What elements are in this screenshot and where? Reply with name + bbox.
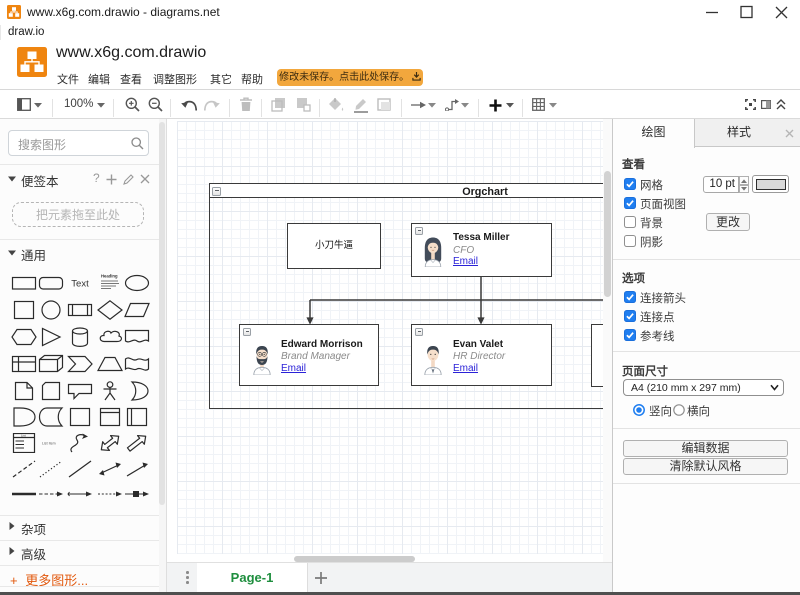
svg-text:List: List	[21, 434, 26, 438]
svg-text:Text: Text	[71, 279, 89, 290]
svg-text:Heading: Heading	[101, 274, 118, 279]
svg-text:List Item: List Item	[42, 442, 56, 446]
